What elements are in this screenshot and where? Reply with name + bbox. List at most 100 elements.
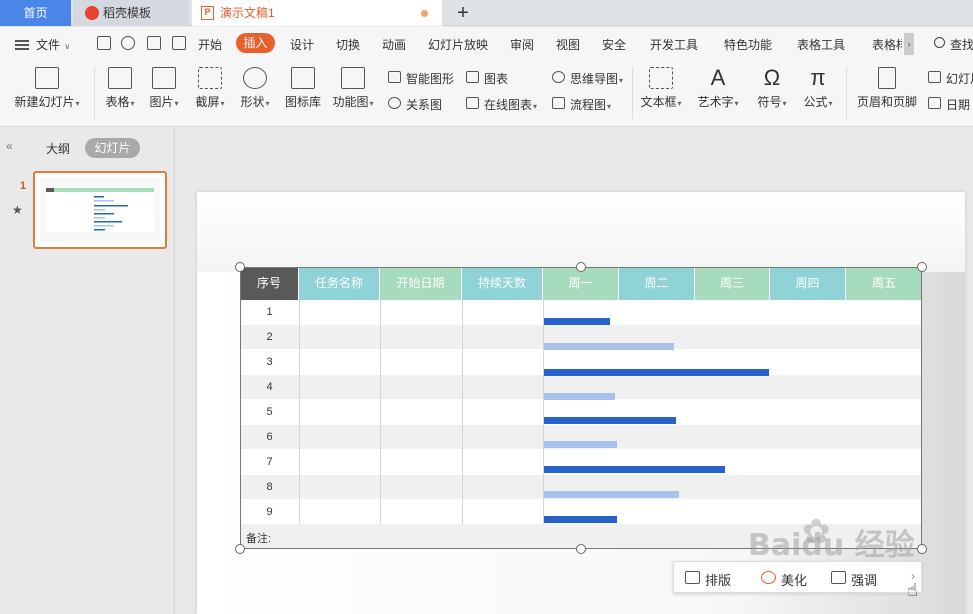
screenshot-button[interactable]: 截屏▾ — [192, 67, 228, 110]
row-index: 1 — [266, 306, 273, 318]
gantt-bar[interactable] — [544, 491, 679, 498]
collapse-panel-icon[interactable]: « — [6, 139, 13, 153]
divider — [632, 67, 633, 119]
table-icon — [108, 67, 132, 89]
remark-label: 备注: — [246, 533, 272, 545]
flowchart-label: 流程图 — [570, 98, 607, 112]
formula-button[interactable]: π 公式▾ — [800, 67, 836, 110]
gantt-bar[interactable] — [544, 369, 769, 376]
beautify-button[interactable]: 美化 — [761, 570, 807, 589]
menu-insert[interactable]: 插入 — [236, 33, 275, 53]
resize-handle[interactable] — [235, 544, 245, 554]
hamburger-icon[interactable] — [15, 40, 29, 50]
chevron-right-icon[interactable]: › — [904, 33, 914, 55]
menu-start[interactable]: 开始 — [198, 36, 222, 53]
header-duration[interactable]: 持续天数 — [462, 267, 543, 300]
floating-toolbar: 排版 美化 强调 › — [673, 561, 922, 593]
table-button[interactable]: 表格▾ — [102, 67, 138, 110]
art-text-button[interactable]: A 艺术字▾ — [694, 67, 742, 110]
menu-design[interactable]: 设计 — [290, 36, 314, 53]
menu-slideshow[interactable]: 幻灯片放映 — [428, 36, 488, 53]
menu-review[interactable]: 审阅 — [510, 36, 534, 53]
symbol-button[interactable]: Ω 符号▾ — [754, 67, 790, 110]
print-preview-icon[interactable] — [172, 36, 186, 50]
resize-handle[interactable] — [235, 262, 245, 272]
menu-table-tools[interactable]: 表格工具 — [797, 36, 845, 53]
header-footer-button[interactable]: 页眉和页脚 — [855, 67, 919, 110]
menu-view[interactable]: 视图 — [556, 36, 580, 53]
new-slide-button[interactable]: 新建幻灯片▾ — [10, 67, 84, 110]
relation-chart-button[interactable]: 关系图 — [388, 96, 442, 113]
tab-outline[interactable]: 大纲 — [46, 140, 70, 157]
bar-chart-icon — [466, 71, 479, 83]
slide-thumbnail[interactable] — [33, 171, 167, 249]
print-icon[interactable] — [147, 36, 161, 50]
shape-button[interactable]: 形状▾ — [237, 67, 273, 110]
menu-file[interactable]: 文件 ∨ — [36, 36, 70, 53]
menu-search[interactable]: 查找 — [950, 36, 973, 53]
mindmap-button[interactable]: 思维导图▾ — [552, 70, 623, 87]
chart-button[interactable]: 图表 — [466, 70, 508, 87]
gantt-table[interactable]: 序号 任务名称 开始日期 持续天数 周一 周二 周三 周四 周五 1 2 3 4… — [240, 267, 922, 549]
gantt-bar[interactable] — [544, 466, 725, 473]
header-start-date[interactable]: 开始日期 — [380, 267, 462, 300]
undo-icon[interactable] — [121, 36, 135, 50]
menu-developer[interactable]: 开发工具 — [650, 36, 698, 53]
tab-home[interactable]: 首页 — [0, 0, 71, 26]
flowchart-button[interactable]: 流程图▾ — [552, 96, 611, 113]
layout-button[interactable]: 排版 — [685, 570, 731, 589]
header-friday[interactable]: 周五 — [846, 267, 922, 300]
column-divider — [299, 300, 300, 524]
divider — [846, 67, 847, 119]
flowchart-icon — [552, 97, 565, 109]
relation-icon — [388, 97, 401, 109]
search-icon[interactable] — [934, 37, 945, 48]
screenshot-label: 截屏 — [195, 95, 220, 109]
resize-handle[interactable] — [917, 262, 927, 272]
date-label: 日期 — [946, 98, 971, 112]
header-wednesday[interactable]: 周三 — [695, 267, 770, 300]
header-footer-label: 页眉和页脚 — [856, 95, 917, 109]
gantt-bar[interactable] — [544, 441, 617, 448]
image-button[interactable]: 图片▾ — [146, 67, 182, 110]
tab-slides[interactable]: 幻灯片 — [85, 138, 140, 158]
menu-animation[interactable]: 动画 — [382, 36, 406, 53]
art-text-label: 艺术字 — [697, 95, 734, 109]
resize-handle[interactable] — [576, 544, 586, 554]
gantt-bar[interactable] — [544, 516, 617, 523]
icon-library-label: 图标库 — [284, 95, 321, 109]
resize-handle[interactable] — [576, 262, 586, 272]
image-icon — [152, 67, 176, 89]
row-index: 6 — [266, 431, 273, 443]
screenshot-icon — [198, 67, 222, 89]
slide-number: 1 — [20, 180, 27, 192]
smart-shape-button[interactable]: 智能图形 — [388, 70, 454, 87]
slide-number-button[interactable]: 幻灯片 — [928, 70, 973, 87]
icon-library-button[interactable]: 图标库 — [283, 67, 323, 110]
header-task-name[interactable]: 任务名称 — [299, 267, 380, 300]
save-icon[interactable] — [97, 36, 111, 50]
textbox-icon — [649, 67, 673, 89]
online-chart-button[interactable]: 在线图表▾ — [466, 96, 537, 113]
gantt-bar[interactable] — [544, 318, 610, 325]
menu-table-style[interactable]: 表格样 — [872, 36, 902, 53]
gantt-bar[interactable] — [544, 417, 676, 424]
gantt-bar[interactable] — [544, 343, 674, 350]
menu-security[interactable]: 安全 — [602, 36, 626, 53]
menu-features[interactable]: 特色功能 — [724, 36, 772, 53]
new-tab-button[interactable]: + — [450, 0, 476, 26]
textbox-button[interactable]: 文本框▾ — [638, 67, 684, 110]
tab-template[interactable]: 稻壳模板 — [73, 0, 189, 26]
tab-document[interactable]: P 演示文稿1 — [192, 0, 442, 26]
gantt-bar[interactable] — [544, 393, 615, 400]
emphasis-button[interactable]: 强调 — [831, 570, 877, 589]
animation-star-icon: ★ — [12, 203, 23, 217]
chart-label: 图表 — [484, 72, 509, 86]
date-button[interactable]: 日期 — [928, 96, 970, 113]
header-index[interactable]: 序号 — [240, 267, 299, 300]
menu-transition[interactable]: 切换 — [336, 36, 360, 53]
header-thursday[interactable]: 周四 — [770, 267, 846, 300]
shape-label: 形状 — [240, 95, 265, 109]
header-tuesday[interactable]: 周二 — [619, 267, 695, 300]
function-chart-button[interactable]: 功能图▾ — [330, 67, 376, 110]
